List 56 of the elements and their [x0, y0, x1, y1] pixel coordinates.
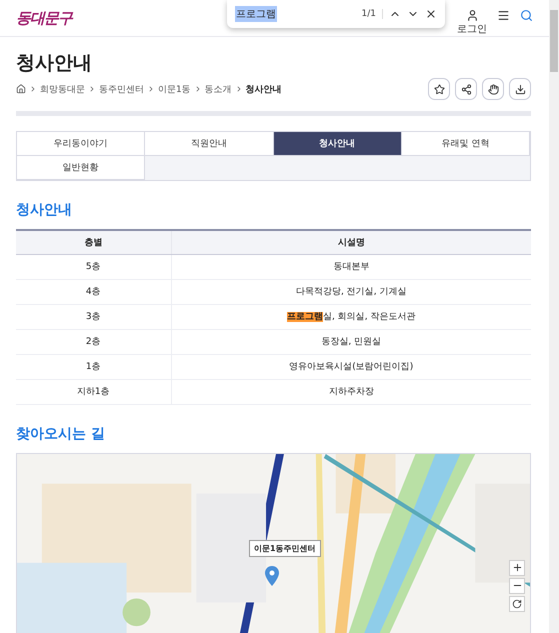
column-header: 시설명 [171, 230, 531, 254]
hand-button[interactable] [482, 78, 504, 100]
table-cell: 다목적강당, 전기실, 기계실 [171, 279, 531, 304]
table-cell: 지하주차장 [171, 379, 531, 404]
table-cell: 지하1층 [16, 379, 171, 404]
breadcrumb-link[interactable]: 청사안내 [246, 82, 282, 96]
logo[interactable]: 동대문구 [16, 8, 72, 28]
tab[interactable]: 직원안내 [145, 132, 274, 156]
plus-icon [512, 562, 522, 573]
search-icon[interactable] [520, 8, 533, 22]
map-pin-icon[interactable] [265, 566, 279, 586]
close-icon[interactable] [425, 8, 437, 20]
table-cell: 2층 [16, 329, 171, 354]
chevron-icon [88, 85, 96, 93]
refresh-icon [512, 598, 522, 608]
favorite-button[interactable] [428, 78, 450, 100]
chevron-icon [147, 85, 155, 93]
tab[interactable]: 우리동이야기 [17, 132, 146, 156]
tab[interactable]: 일반현황 [17, 156, 146, 180]
match-count: 1/1 [362, 9, 383, 19]
login-button[interactable]: 로그인 [457, 8, 487, 36]
download-button[interactable] [509, 78, 531, 100]
table-cell: 프로그램실, 회의실, 작은도서관 [171, 304, 531, 329]
map-marker-label: 이문1동주민센터 [249, 540, 321, 556]
column-header: 층별 [16, 230, 171, 254]
table-cell: 5층 [16, 254, 171, 279]
zoom-in-button[interactable] [509, 560, 525, 576]
hand-icon [488, 84, 498, 94]
breadcrumb-link[interactable]: 희망동대문 [40, 82, 85, 96]
map[interactable]: 이문1동주민센터 [16, 452, 531, 633]
scrollbar[interactable] [549, 0, 559, 633]
share-button[interactable] [455, 78, 477, 100]
breadcrumb-link[interactable]: 이문1동 [158, 82, 191, 96]
table-cell: 4층 [16, 279, 171, 304]
table-cell: 3층 [16, 304, 171, 329]
tab[interactable]: 유래및 연혁 [402, 132, 530, 156]
tab[interactable]: 청사안내 [274, 132, 402, 156]
chevron-icon [29, 85, 37, 93]
table-cell: 동장실, 민원실 [171, 329, 531, 354]
table-cell: 영유아보육시설(보람어린이집) [171, 354, 531, 379]
breadcrumb-link[interactable]: 동주민센터 [99, 82, 144, 96]
section-title: 찾아오시는 길 [16, 424, 106, 442]
share-icon [460, 84, 472, 94]
table-cell: 1층 [16, 354, 171, 379]
find-input[interactable]: 프로그램 [235, 6, 277, 22]
section-title: 청사안내 [16, 201, 73, 219]
user-icon [466, 8, 478, 22]
home-icon[interactable] [16, 84, 26, 94]
table-cell: 동대본부 [171, 254, 531, 279]
zoom-out-button[interactable] [509, 578, 525, 594]
reset-button[interactable] [509, 596, 525, 612]
page-title: 청사안내 [16, 51, 93, 76]
download-icon [514, 84, 526, 94]
breadcrumb-link[interactable]: 동소개 [204, 82, 232, 96]
star-icon [434, 84, 444, 94]
menu-icon[interactable] [497, 8, 510, 22]
